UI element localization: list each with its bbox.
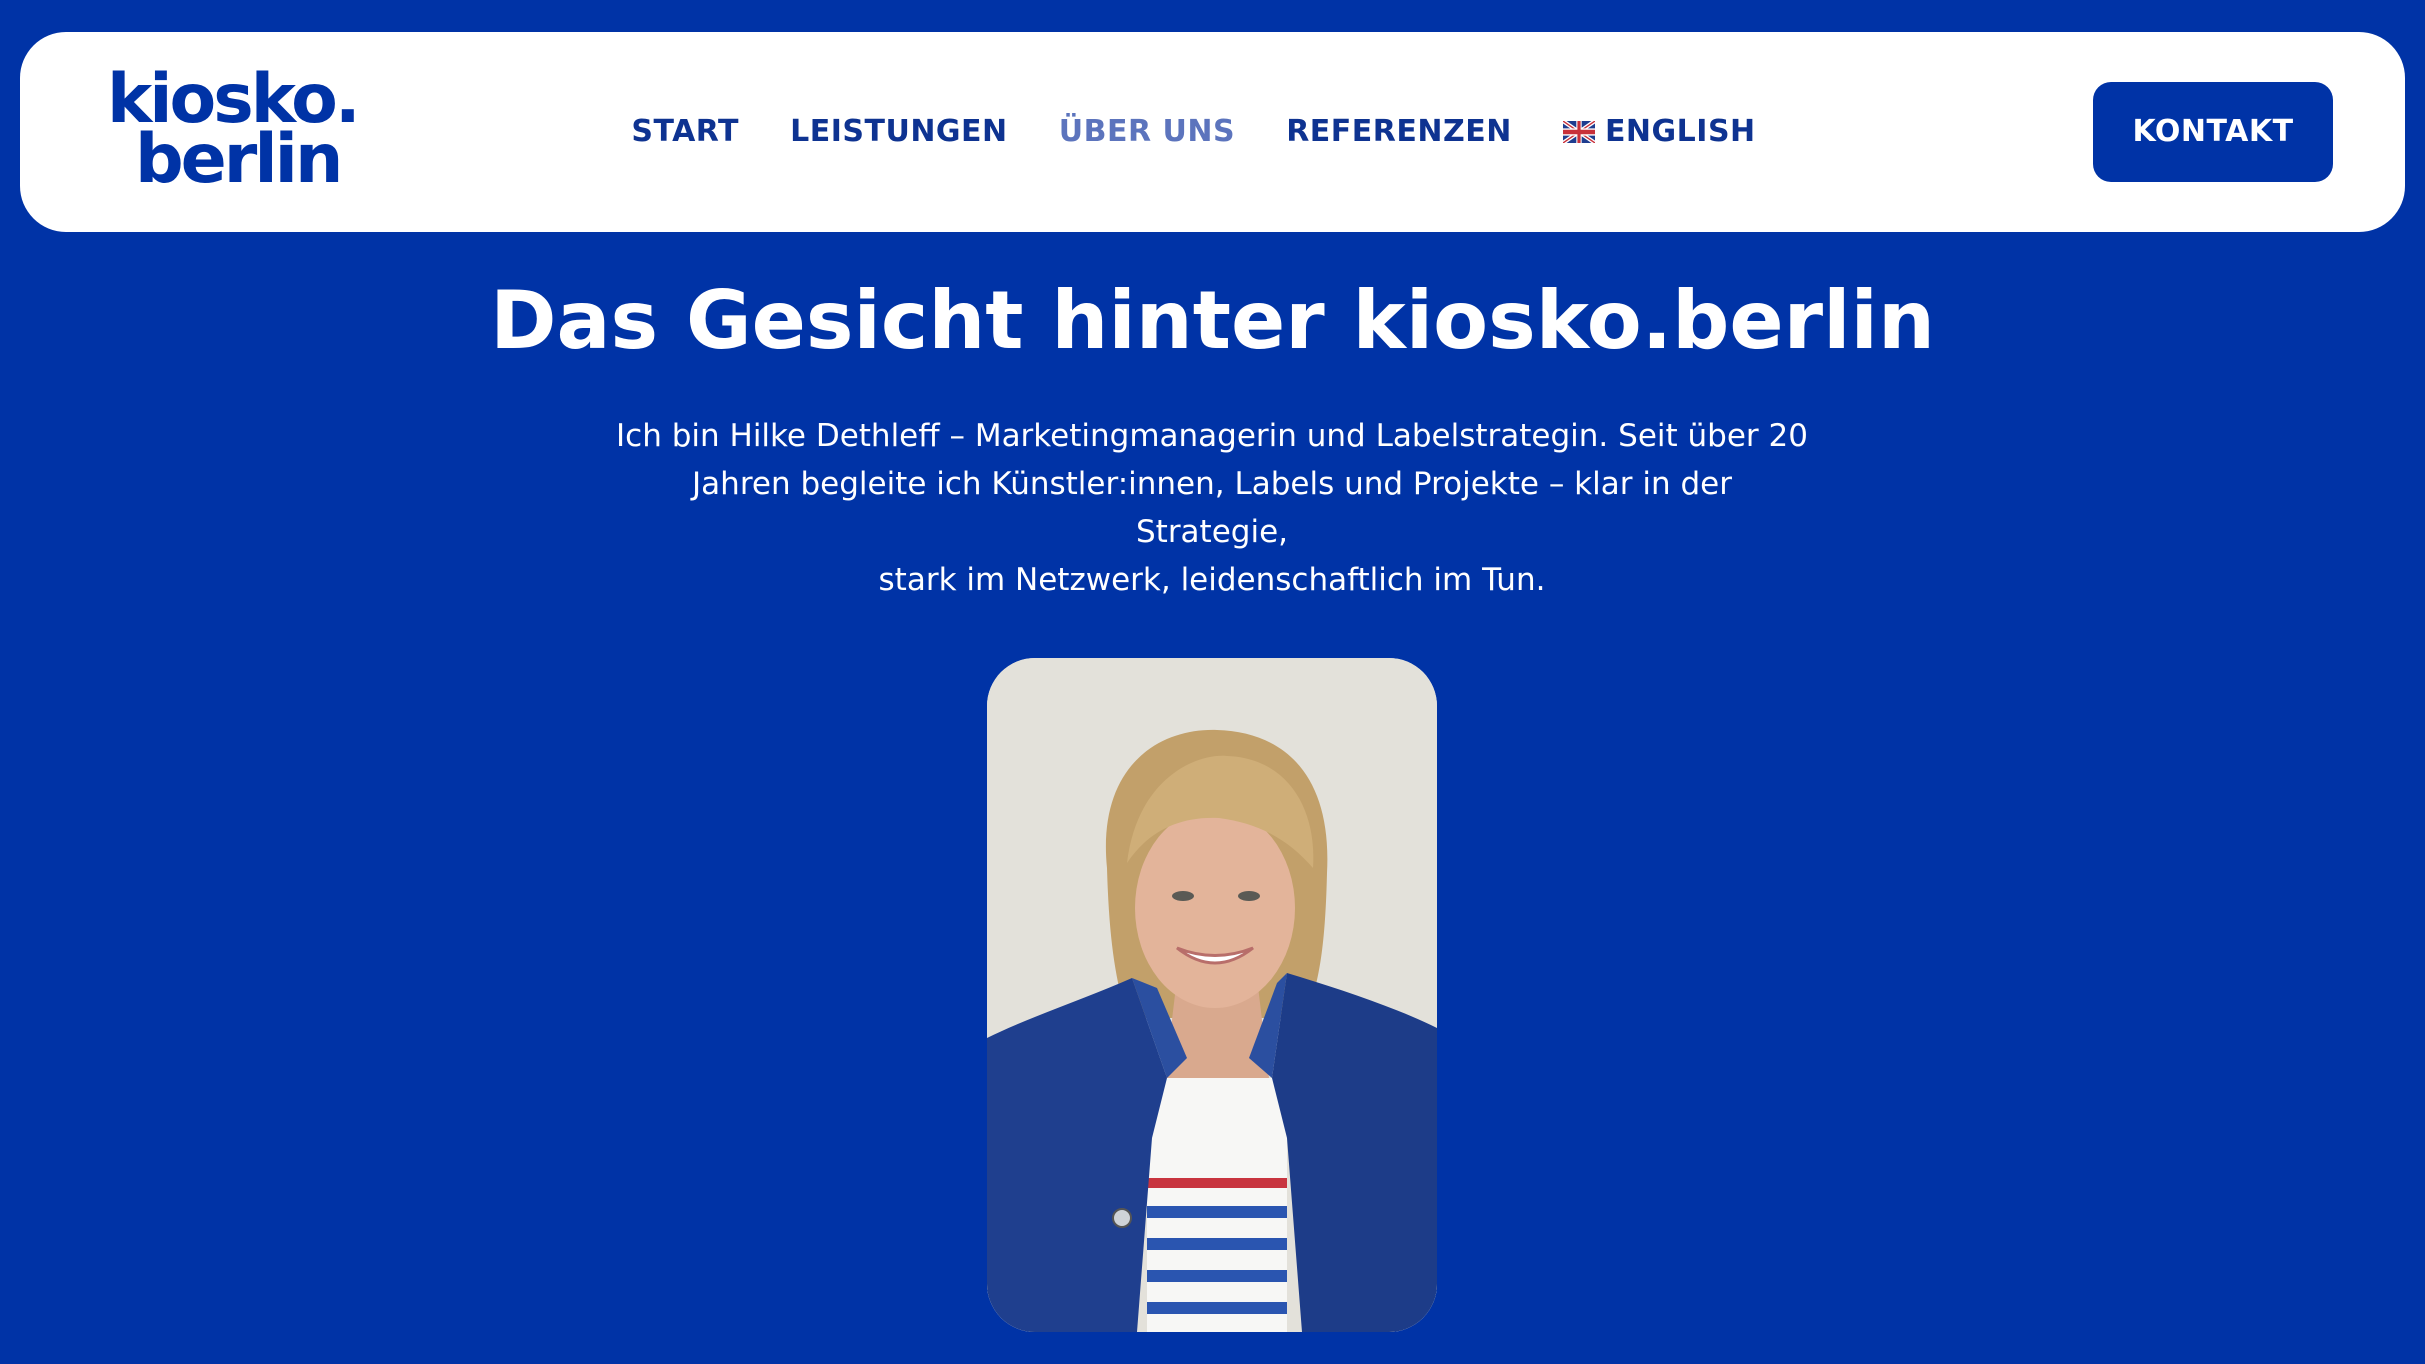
nav-item-referenzen[interactable]: REFERENZEN bbox=[1286, 102, 1512, 162]
uk-flag-icon bbox=[1562, 121, 1595, 143]
intro-line-1: Ich bin Hilke Dethleff – Marketingmanage… bbox=[616, 418, 1808, 454]
language-switch-english[interactable]: ENGLISH bbox=[1562, 102, 1756, 162]
site-header: kiosko. berlin START LEISTUNGEN ÜBER UNS… bbox=[20, 32, 2405, 232]
intro-text: Ich bin Hilke Dethleff – Marketingmanage… bbox=[612, 412, 1812, 604]
intro-line-3: stark im Netzwerk, leidenschaftlich im T… bbox=[878, 562, 1546, 598]
portrait-illustration bbox=[987, 658, 1437, 1332]
page-title: Das Gesicht hinter kiosko.berlin bbox=[490, 274, 1935, 367]
main-navigation: START LEISTUNGEN ÜBER UNS REFERENZEN ENG… bbox=[20, 102, 2405, 162]
kontakt-button[interactable]: KONTAKT bbox=[2093, 82, 2333, 182]
language-label: ENGLISH bbox=[1604, 114, 1756, 149]
nav-item-leistungen[interactable]: LEISTUNGEN bbox=[790, 102, 1008, 162]
nav-item-start[interactable]: START bbox=[631, 102, 739, 162]
nav-item-ueber-uns[interactable]: ÜBER UNS bbox=[1059, 102, 1235, 162]
portrait-photo bbox=[987, 658, 1437, 1332]
intro-line-2: Jahren begleite ich Künstler:innen, Labe… bbox=[692, 466, 1732, 550]
